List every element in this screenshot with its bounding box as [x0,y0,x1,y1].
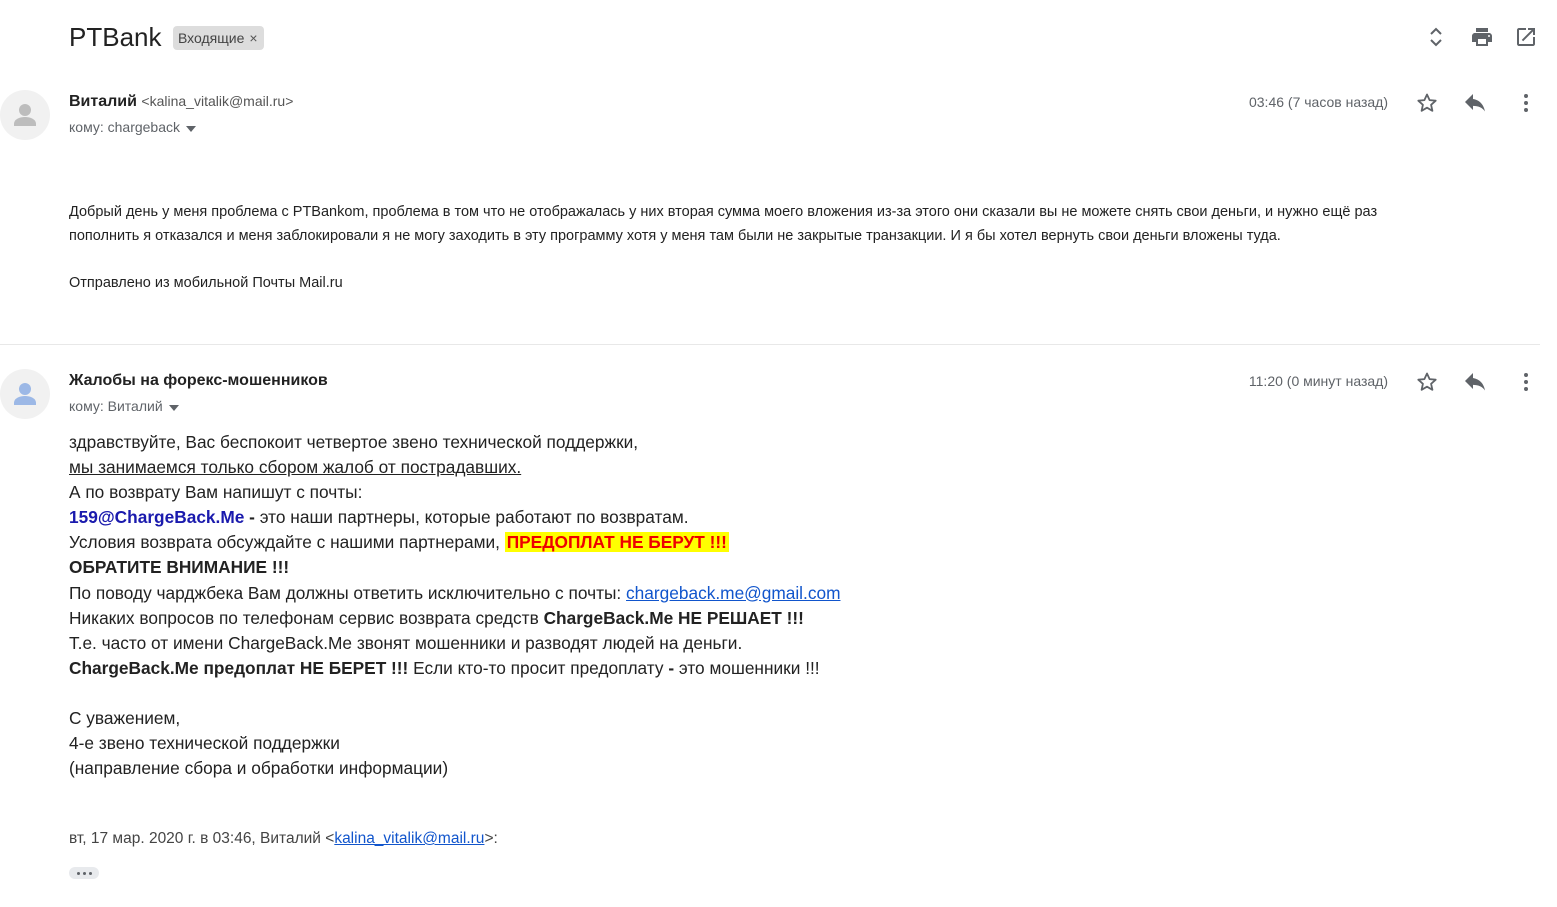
message-body: Добрый день у меня проблема с PTBankom, … [69,200,1539,295]
inbox-label-text: Входящие [178,30,245,46]
reply-icon[interactable] [1463,90,1489,116]
body-line: По поводу чарджбека Вам должны ответить … [69,581,840,606]
expand-collapse-icon[interactable] [1424,25,1448,49]
message-time: 03:46 (7 часов назад) [1248,94,1388,110]
open-in-new-window-icon[interactable] [1514,25,1538,49]
recipient-line[interactable]: кому: Виталий [69,398,179,414]
recipient-details-dropdown-icon[interactable] [168,398,179,414]
body-line: пополнить я отказался и меня заблокирова… [69,228,1281,244]
sender-avatar [0,90,50,140]
body-line: 159@ChargeBack.Me - это наши партнеры, к… [69,505,840,530]
body-line: здравствуйте, Вас беспокоит четвертое зв… [69,432,639,452]
sender-name[interactable]: Жалобы на форекс-мошенников [69,372,328,389]
quoted-header: вт, 17 мар. 2020 г. в 03:46, Виталий <ka… [69,830,498,848]
recipient-text: кому: Виталий [69,398,163,414]
no-prepay-bold: ChargeBack.Me предоплат НЕ БЕРЕТ !!! [69,657,409,678]
chargeback-email-link[interactable]: chargeback.me@gmail.com [626,583,840,603]
star-icon[interactable] [1414,90,1440,116]
scammer-text: Если кто-то просит предоплату [408,657,669,678]
signature-line: С уважением, [69,707,181,728]
sender-name[interactable]: Виталий [69,93,137,110]
mobile-signature: Отправлено из мобильной Почты Mail.ru [69,275,343,291]
body-line: Т.е. часто от имени ChargeBack.Me звонят… [69,632,743,653]
chargeback-text: По поводу чарджбека Вам должны ответить … [69,582,627,603]
message-divider [0,344,1540,345]
not-solved-bold: ChargeBack.Me НЕ РЕШАЕТ !!! [543,607,804,628]
default-avatar-icon [14,104,36,126]
signature-line: 4-е звено технической поддержки [69,733,340,754]
recipient-line[interactable]: кому: chargeback [69,119,197,135]
email-subject: PTBank [69,22,162,52]
body-line: ChargeBack.Me предоплат НЕ БЕРЕТ !!! Есл… [69,656,840,681]
remove-label-icon[interactable]: × [249,30,257,46]
more-options-icon[interactable] [1513,369,1539,395]
attention-heading: ОБРАТИТЕ ВНИМАНИЕ !!! [69,557,290,578]
partner-email[interactable]: 159@ChargeBack.Me [69,507,244,527]
quote-prefix: вт, 17 мар. 2020 г. в 03:46, Виталий < [69,830,335,847]
recipient-details-dropdown-icon[interactable] [186,119,197,135]
print-icon[interactable] [1470,25,1494,49]
dot [88,871,92,875]
body-line: Добрый день у меня проблема с PTBankom, … [69,204,1378,220]
body-line: А по возврату Вам напишут с почты: [69,482,363,503]
recipient-text: кому: chargeback [69,119,181,135]
show-trimmed-content-button[interactable] [69,867,99,879]
dash-text: - [244,507,260,528]
partner-note: это наши партнеры, которые работают по в… [259,507,689,528]
default-avatar-icon [14,383,36,405]
no-prepayment-highlight: ПРЕДОПЛАТ НЕ БЕРУТ !!! [504,532,729,553]
message-time: 11:20 (0 минут назад) [1248,373,1388,389]
quote-suffix: >: [484,830,498,847]
body-line: Никаких вопросов по телефонам сервис воз… [69,606,840,631]
sender-line: Виталий <kalina_vitalik@mail.ru> [69,93,293,111]
quote-email-link[interactable]: kalina_vitalik@mail.ru [334,830,484,847]
sender-email: <kalina_vitalik@mail.ru> [141,93,294,109]
phone-questions-text: Никаких вопросов по телефонам сервис воз… [69,607,544,628]
sender-avatar [0,369,50,419]
star-icon[interactable] [1414,369,1440,395]
scammer-tail: это мошенники !!! [674,657,820,678]
inbox-label-chip[interactable]: Входящие × [173,26,264,50]
dot [76,871,80,875]
sender-line: Жалобы на форекс-мошенников [69,372,328,390]
conditions-text: Условия возврата обсуждайте с нашими пар… [69,532,505,553]
body-line: Условия возврата обсуждайте с нашими пар… [69,530,840,555]
reply-icon[interactable] [1463,369,1489,395]
signature-line: (направление сбора и обработки информаци… [69,758,449,779]
more-options-icon[interactable] [1513,90,1539,116]
dot [82,871,86,875]
message-body: здравствуйте, Вас беспокоит четвертое зв… [69,430,840,781]
body-line: мы занимаемся только сбором жалоб от пос… [69,457,522,478]
